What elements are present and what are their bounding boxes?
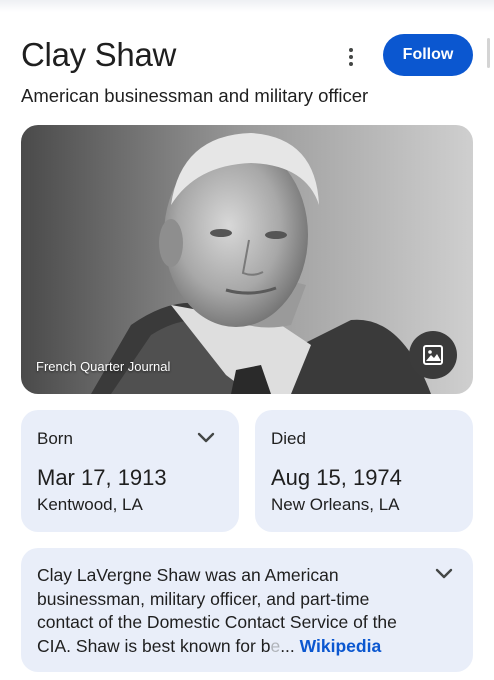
image-icon[interactable] [409, 331, 457, 379]
description-fade: e [270, 635, 281, 656]
description-text: Clay LaVergne Shaw was an American busin… [37, 564, 427, 658]
top-edge [0, 0, 494, 12]
died-place: New Orleans, LA [271, 495, 400, 514]
scrollbar[interactable] [487, 38, 490, 68]
portrait-photo[interactable]: French Quarter Journal [21, 125, 473, 394]
born-card[interactable]: Born Mar 17, 1913 Kentwood, LA [21, 410, 239, 532]
chevron-down-icon[interactable] [435, 568, 453, 580]
follow-button[interactable]: Follow [383, 34, 473, 76]
died-label: Died [271, 429, 306, 448]
more-vert-icon[interactable] [336, 42, 366, 72]
page-subtitle: American businessman and military office… [21, 85, 369, 106]
page-title: Clay Shaw [21, 36, 177, 73]
born-place: Kentwood, LA [37, 495, 143, 514]
description-card[interactable]: Clay LaVergne Shaw was an American busin… [21, 548, 473, 672]
photo-caption: French Quarter Journal [36, 359, 171, 374]
died-date: Aug 15, 1974 [271, 465, 402, 490]
chevron-down-icon[interactable] [197, 432, 215, 444]
wikipedia-link[interactable]: Wikipedia [300, 636, 382, 656]
born-label: Born [37, 429, 73, 448]
died-card[interactable]: Died Aug 15, 1974 New Orleans, LA [255, 410, 473, 532]
born-date: Mar 17, 1913 [37, 465, 167, 490]
description-ellipsis: ... [280, 635, 295, 656]
